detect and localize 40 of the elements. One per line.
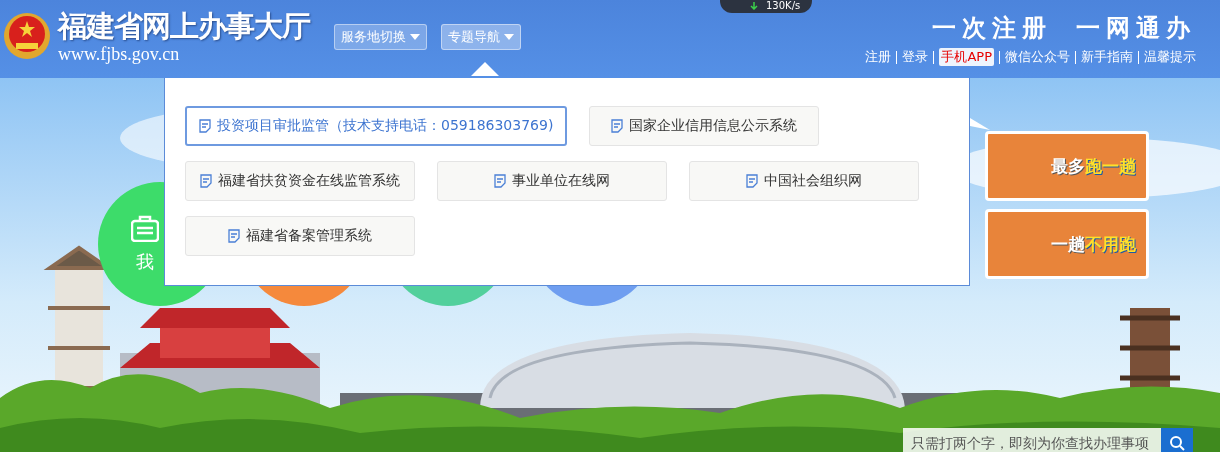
- document-icon: [746, 174, 758, 188]
- slogan-text: 一网通办: [1076, 13, 1196, 44]
- header-link[interactable]: 注册: [865, 48, 892, 66]
- promo-banner[interactable]: 最多跑一趟: [985, 131, 1149, 201]
- dropdown-button[interactable]: 专题导航: [441, 24, 521, 50]
- dropdown-button[interactable]: 服务地切换: [334, 24, 427, 50]
- topic-link[interactable]: 福建省扶贫资金在线监管系统: [185, 161, 415, 201]
- topic-link[interactable]: 中国社会组织网: [689, 161, 919, 201]
- header-link[interactable]: 手机APP: [939, 48, 994, 66]
- banner-text: 最多: [1051, 154, 1085, 178]
- header-link[interactable]: 微信公众号: [1005, 48, 1070, 66]
- site-url: www.fjbs.gov.cn: [58, 44, 181, 64]
- banner-highlight-text: 跑一趟: [1085, 154, 1136, 178]
- document-icon: [494, 174, 506, 188]
- search-field[interactable]: 只需打两个字，即刻为你查找办理事项: [903, 428, 1161, 452]
- download-arrow-icon: [750, 1, 758, 10]
- slogan-text: 一次注册: [932, 13, 1052, 44]
- banner-text: 一趟: [1051, 232, 1085, 256]
- emblem-icon: [2, 11, 52, 61]
- search-button[interactable]: [1161, 428, 1193, 452]
- header-link[interactable]: 登录: [902, 48, 929, 66]
- caret-icon: [410, 34, 420, 40]
- document-icon: [199, 119, 211, 133]
- topic-link[interactable]: 投资项目审批监管（技术支持电话：059186303769): [185, 106, 568, 146]
- document-icon: [611, 119, 624, 133]
- banner-highlight-text: 不用跑: [1085, 232, 1136, 256]
- promo-banner[interactable]: 一趟不用跑: [985, 209, 1149, 279]
- briefcase-icon: [131, 214, 159, 242]
- search-icon: [1169, 435, 1185, 451]
- speed-reading: 130K/s: [766, 0, 801, 11]
- document-icon: [200, 174, 212, 188]
- header-link[interactable]: 温馨提示: [1144, 48, 1196, 66]
- topic-link[interactable]: 福建省备案管理系统: [185, 216, 415, 256]
- document-icon: [228, 229, 240, 243]
- topic-link[interactable]: 事业单位在线网: [437, 161, 667, 201]
- circle-label: 我: [136, 249, 154, 274]
- header-link[interactable]: 新手指南: [1081, 48, 1133, 66]
- caret-icon: [504, 34, 514, 40]
- site-title: 福建省网上办事大厅: [58, 8, 310, 44]
- topic-link[interactable]: 国家企业信用信息公示系统: [589, 106, 820, 146]
